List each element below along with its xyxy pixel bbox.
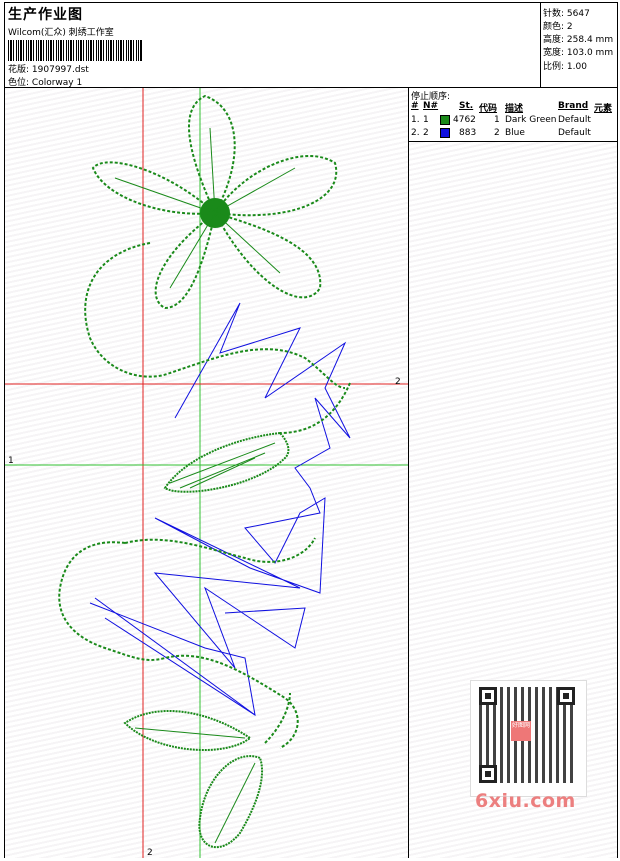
embroidery-preview	[5, 88, 408, 858]
qr-corner-icon	[557, 687, 575, 705]
qr-code: 好图网	[470, 680, 587, 797]
qr-corner-icon	[479, 765, 497, 783]
barcode	[8, 40, 143, 61]
design-stats: 针数: 5647 颜色: 2 高度: 258.4 mm 宽度: 103.0 mm…	[540, 3, 618, 87]
stat-height: 高度: 258.4 mm	[543, 35, 614, 45]
qr-corner-icon	[479, 687, 497, 705]
col-brand: Brand	[558, 101, 589, 111]
stop-sequence-table: 停止顺序: # N# St. 代码 描述 Brand 元素 1. 1 4762 …	[409, 88, 617, 142]
design-file-value: 1907997.dst	[31, 65, 89, 75]
stat-scale: 比例: 1.00	[543, 62, 587, 72]
stat-colors: 颜色: 2	[543, 22, 573, 32]
col-num: #	[411, 101, 419, 111]
header-info: 生产作业图 Wilcom(汇众) 刺绣工作室 花版: 1907997.dst 色…	[5, 3, 540, 88]
green-flower	[91, 94, 338, 310]
sheet-title: 生产作业图	[8, 7, 83, 23]
stamp-icon: 好图网	[511, 721, 531, 741]
sheet-subtitle: Wilcom(汇众) 刺绣工作室	[8, 28, 114, 38]
design-file-row: 花版: 1907997.dst	[8, 62, 89, 75]
col-desc: 描述	[505, 104, 524, 114]
blue-stitches	[89, 302, 351, 717]
col-code: 代码	[479, 104, 498, 114]
col-elem: 元素	[594, 104, 613, 114]
col-n: N#	[423, 101, 439, 111]
green-vine	[58, 242, 351, 849]
stat-stitches: 针数: 5647	[543, 9, 590, 19]
v-red-axis-label: 2	[147, 848, 153, 858]
col-st: St.	[459, 101, 474, 111]
color-swatch-blue	[440, 128, 450, 138]
h-red-axis-label: 2	[395, 377, 401, 387]
site-watermark: 6xiu.com	[475, 790, 576, 812]
h-green-axis-label: 1	[8, 456, 14, 466]
design-canvas	[5, 88, 409, 858]
color-swatch-green	[440, 115, 450, 125]
design-file-label: 花版:	[8, 65, 30, 75]
stat-width: 宽度: 103.0 mm	[543, 48, 614, 58]
